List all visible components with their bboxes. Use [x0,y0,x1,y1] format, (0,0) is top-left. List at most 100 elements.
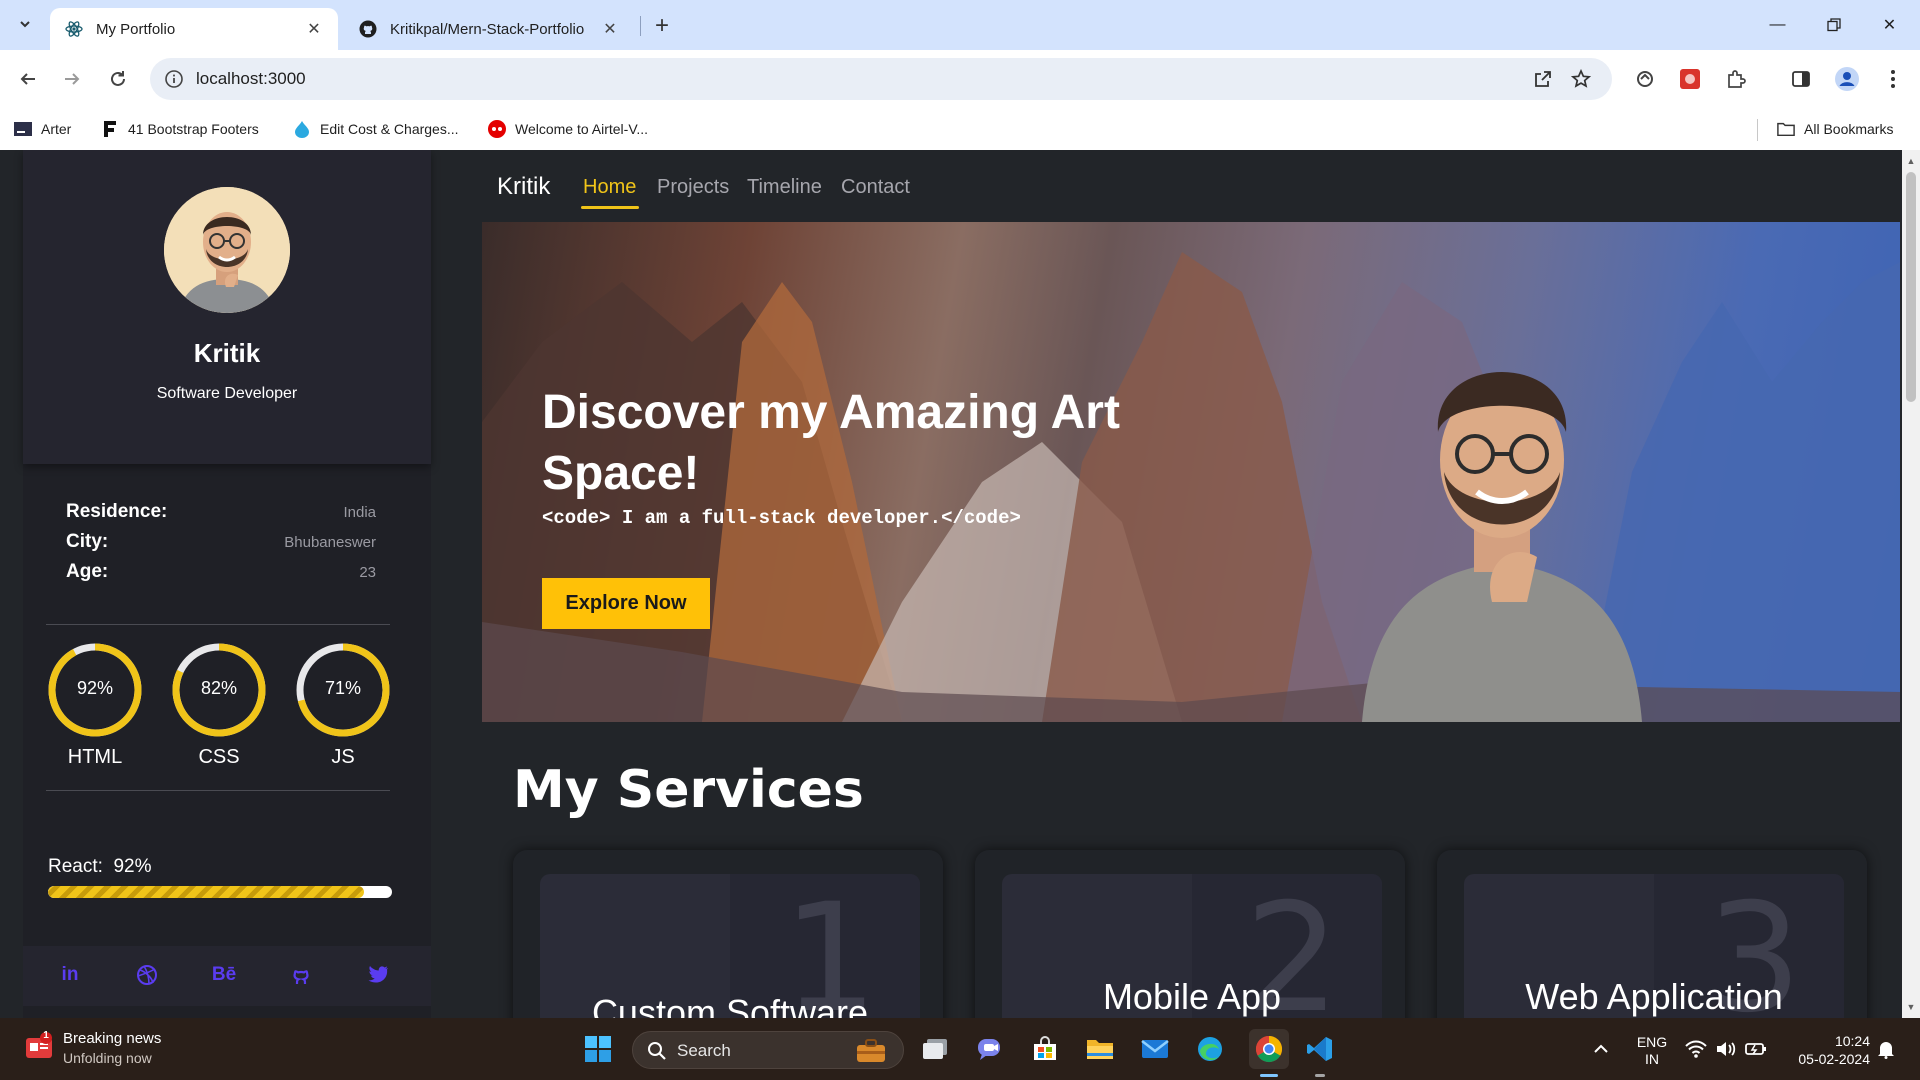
language-indicator[interactable]: ENG IN [1632,1034,1672,1068]
chevron-up-icon[interactable] [1585,1033,1617,1065]
scroll-down-arrow-icon[interactable]: ▼ [1906,1002,1916,1012]
arrow-left-icon [20,73,35,85]
news-badge: 1 [43,1030,49,1041]
news-title[interactable]: Breaking news [63,1030,161,1047]
behance-icon[interactable]: Bē [209,960,239,990]
system-clock[interactable]: 10:24 05-02-2024 [1780,1032,1870,1068]
search-icon [648,1042,666,1060]
extensions-puzzle-icon[interactable] [1722,65,1750,93]
bookmark-bootstrap-footers[interactable]: 41 Bootstrap Footers [101,118,259,140]
service-card-inner: 3 Web Application [1464,874,1844,1018]
news-widget-icon[interactable]: 1 [24,1030,54,1062]
open-in-new-icon[interactable] [1532,68,1554,90]
extension-sync-icon[interactable] [1631,65,1659,93]
side-panel-icon[interactable] [1787,65,1815,93]
language-code: ENG [1636,1034,1668,1050]
back-button[interactable] [12,63,44,95]
hero-title: Discover my Amazing Art Space! [542,386,1120,500]
bookmark-edit-cost[interactable]: Edit Cost & Charges... [293,118,459,140]
news-subtitle: Unfolding now [63,1050,152,1066]
twitter-icon[interactable] [363,960,393,990]
service-card[interactable]: 3 Web Application [1437,850,1867,1018]
nav-link-contact[interactable]: Contact [841,176,910,199]
service-card-inner: 2 Mobile App [1002,874,1382,1018]
github-icon [358,19,378,39]
info-key: City: [66,531,109,552]
volume-icon[interactable] [1710,1033,1742,1065]
skill-percent: 82% [200,678,238,698]
scrollbar-thumb[interactable] [1906,172,1916,402]
site-brand[interactable]: Kritik [497,173,550,201]
explore-now-button[interactable]: Explore Now [542,578,710,629]
info-key: Age: [66,561,109,582]
page-scrollbar[interactable]: ▲ ▼ [1902,150,1920,1018]
service-name: Custom Software [591,992,869,1018]
minimize-button[interactable]: — [1750,0,1805,50]
teams-chat-icon[interactable] [974,1033,1006,1065]
microsoft-store-icon[interactable] [1029,1033,1061,1065]
tab-separator [640,16,641,36]
bookmark-airtel[interactable]: Welcome to Airtel-V... [488,118,648,140]
service-card-inner: 1 Custom Software [540,874,920,1018]
close-icon[interactable]: ✕ [600,19,620,39]
vscode-icon[interactable] [1304,1033,1336,1065]
skill-percent: 71% [324,678,362,698]
service-card[interactable]: 2 Mobile App [975,850,1405,1018]
chrome-taskbar-icon[interactable] [1249,1029,1289,1069]
linkedin-icon[interactable]: in [55,960,85,990]
close-window-button[interactable]: ✕ [1862,0,1917,50]
services-title: My Services [513,760,864,820]
restore-button[interactable] [1806,0,1861,50]
active-app-indicator [1260,1074,1278,1077]
close-icon[interactable]: ✕ [304,19,324,39]
forward-button[interactable] [56,63,88,95]
sidebar-divider [46,624,390,625]
skill-js: 71% JS [295,642,391,772]
profile-avatar-icon[interactable] [1833,65,1861,93]
mail-icon[interactable] [1139,1033,1171,1065]
scroll-up-arrow-icon[interactable]: ▲ [1906,156,1916,166]
nav-link-timeline[interactable]: Timeline [747,176,822,199]
tab-github-repo[interactable]: Kritikpal/Mern-Stack-Portfolio ✕ [344,8,634,50]
site-info-icon[interactable] [164,69,184,89]
new-tab-button[interactable]: + [648,12,676,40]
briefcase-icon [857,1039,885,1062]
all-bookmarks-button[interactable]: All Bookmarks [1777,118,1893,140]
reload-button[interactable] [102,63,134,95]
nav-active-underline [581,206,639,209]
dribbble-icon[interactable] [132,960,162,990]
tab-my-portfolio[interactable]: My Portfolio ✕ [50,8,338,50]
folder-icon [1777,120,1795,138]
avatar [164,187,290,313]
region-code: IN [1645,1051,1659,1067]
bookmark-label: All Bookmarks [1804,121,1894,137]
info-row-age: Age: 23 [66,561,376,587]
bookmark-arter[interactable]: Arter [14,118,71,140]
f-logo-icon [101,120,119,138]
github-icon[interactable] [286,960,316,990]
star-icon[interactable] [1570,68,1592,90]
edge-browser-icon[interactable] [1194,1033,1226,1065]
sidebar-divider [46,790,390,791]
menu-kebab-icon[interactable] [1879,65,1907,93]
battery-icon[interactable] [1740,1033,1772,1065]
nav-link-projects[interactable]: Projects [657,176,729,199]
skill-css: 82% CSS [171,642,267,772]
tab-title: Kritikpal/Mern-Stack-Portfolio [390,20,585,38]
taskbar-search[interactable]: Search [632,1031,904,1069]
arter-logo-icon [14,120,32,138]
address-bar[interactable]: localhost:3000 [150,58,1612,100]
tab-search-button[interactable] [11,10,39,38]
arrow-right-icon [65,73,80,85]
react-label-text: React: [48,856,103,877]
extension-red-icon[interactable] [1676,65,1704,93]
task-view-icon[interactable] [919,1033,951,1065]
profile-role: Software Developer [156,385,298,402]
info-value: 23 [359,564,376,581]
windows-start-icon[interactable] [582,1033,614,1065]
service-card[interactable]: 1 Custom Software [513,850,943,1018]
nav-link-home[interactable]: Home [583,176,636,199]
wifi-icon[interactable] [1680,1033,1712,1065]
file-explorer-icon[interactable] [1084,1033,1116,1065]
notification-bell-icon[interactable] [1870,1033,1902,1065]
